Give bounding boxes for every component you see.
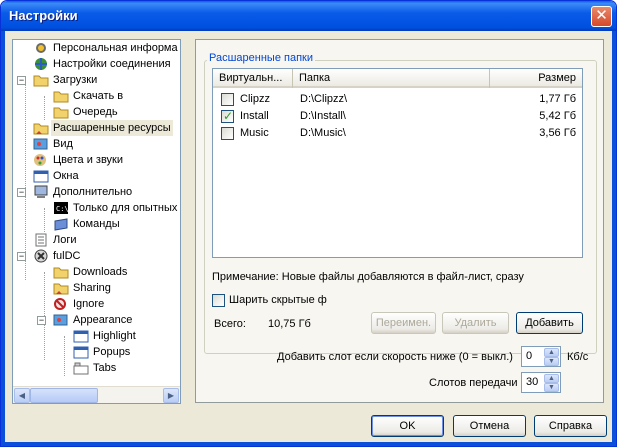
extra-slot-spinner[interactable]: 0 ▲ ▼ <box>521 346 561 367</box>
column-folder[interactable]: Папка <box>293 69 490 88</box>
person-icon <box>33 41 49 55</box>
paint-icon <box>33 153 49 167</box>
remove-button[interactable]: Удалить <box>442 312 509 334</box>
shared-folder-icon <box>53 281 69 295</box>
table-row[interactable]: Clipzz D:\Clipzz\ 1,77 Гб <box>213 91 582 108</box>
share-checkbox[interactable] <box>221 108 234 125</box>
total-label: Всего: <box>214 318 246 330</box>
total-value: 10,75 Гб <box>268 318 311 330</box>
command-icon <box>53 217 69 231</box>
window-icon <box>73 345 89 359</box>
title-bar[interactable]: Настройки ✕ <box>1 1 616 31</box>
settings-window: Настройки ✕ Персональная информа Настрой… <box>0 0 617 447</box>
folder-icon <box>33 73 49 87</box>
window-border-right <box>612 31 616 446</box>
fuldc-icon <box>33 249 49 263</box>
collapse-icon[interactable]: − <box>17 188 26 197</box>
table-row[interactable]: Music D:\Music\ 3,56 Гб <box>213 125 582 142</box>
ignore-icon <box>53 297 69 311</box>
shared-folders-list[interactable]: Виртуальн... Папка Размер Clipzz D:\Clip… <box>212 68 583 258</box>
log-icon <box>33 233 49 247</box>
share-checkbox[interactable] <box>221 127 234 140</box>
table-row[interactable]: Install D:\Install\ 5,42 Гб <box>213 108 582 125</box>
ok-button[interactable]: OK <box>371 415 444 437</box>
window-icon <box>33 169 49 183</box>
scroll-left-icon[interactable]: ◀ <box>14 388 30 403</box>
extra-slot-unit: Кб/с <box>567 351 589 363</box>
spin-up-icon[interactable]: ▲ <box>544 374 559 383</box>
extra-slot-label: Добавить слот если скорость ниже (0 = вы… <box>277 351 513 363</box>
help-button[interactable]: Справка <box>534 415 607 437</box>
cancel-button[interactable]: Отмена <box>453 415 526 437</box>
share-hidden-label[interactable]: Шарить скрытые ф <box>229 294 327 306</box>
palette-icon <box>33 137 49 151</box>
settings-tree[interactable]: Персональная информа Настройки соединени… <box>12 39 181 404</box>
folder-icon <box>53 89 69 103</box>
shared-folders-title: Расшаренные папки <box>207 52 315 64</box>
upload-slots-label: Слотов передачи <box>429 377 518 389</box>
collapse-icon[interactable]: − <box>17 252 26 261</box>
svg-text:C:\: C:\ <box>56 205 69 213</box>
window-icon <box>73 329 89 343</box>
tabs-icon <box>73 361 89 375</box>
spin-down-icon[interactable]: ▼ <box>544 383 559 392</box>
window-border-bottom <box>1 442 616 446</box>
palette-icon <box>53 313 69 327</box>
upload-slots-spinner[interactable]: 30 ▲ ▼ <box>521 372 561 393</box>
scroll-thumb[interactable] <box>30 388 98 403</box>
share-checkbox[interactable] <box>221 93 234 106</box>
note-text: Примечание: Новые файлы добавляются в фа… <box>212 271 524 283</box>
spin-down-icon[interactable]: ▼ <box>544 357 559 366</box>
collapse-icon[interactable]: − <box>37 316 46 325</box>
window-title: Настройки <box>9 8 78 23</box>
tree-horizontal-scrollbar[interactable]: ◀ ▶ <box>13 386 180 403</box>
collapse-icon[interactable]: − <box>17 76 26 85</box>
scroll-right-icon[interactable]: ▶ <box>163 388 179 403</box>
close-button[interactable]: ✕ <box>591 6 612 27</box>
column-size[interactable]: Размер <box>490 69 582 88</box>
column-virtual[interactable]: Виртуальн... <box>213 69 293 88</box>
computer-icon <box>33 185 49 199</box>
list-header: Виртуальн... Папка Размер <box>213 69 582 88</box>
folder-icon <box>53 265 69 279</box>
add-button[interactable]: Добавить <box>516 312 583 334</box>
window-border-left <box>1 31 5 446</box>
folder-icon <box>53 105 69 119</box>
spin-up-icon[interactable]: ▲ <box>544 348 559 357</box>
rename-button[interactable]: Переимен. <box>371 312 436 334</box>
globe-icon <box>33 57 49 71</box>
share-hidden-checkbox[interactable] <box>212 294 225 307</box>
shared-folder-icon <box>33 121 49 135</box>
console-icon: C:\ <box>53 201 69 215</box>
